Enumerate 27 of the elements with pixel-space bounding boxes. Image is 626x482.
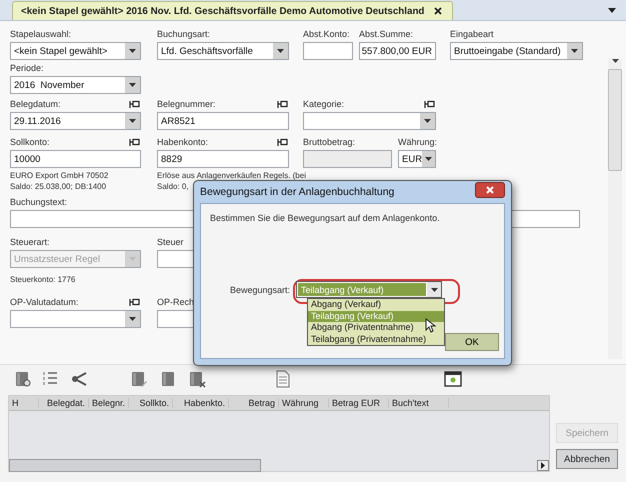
dialog-message: Bestimmen Sie die Bewegungsart auf dem Anlagenkonto. (210, 213, 441, 223)
field-label: Bruttobetrag: (303, 137, 356, 147)
account-balance: Saldo: 0, (157, 182, 189, 191)
field-label: Habenkonto: (157, 137, 208, 147)
tax-account-text: Steuerkonto: 1776 (10, 275, 76, 284)
field-label: Belegnummer: (157, 99, 216, 109)
field-label: OP-Valutadatum: (10, 297, 78, 307)
field-label: Buchungsart: (157, 29, 210, 39)
field-label: OP-Rech (157, 297, 194, 307)
field-label: Steuerart: (10, 237, 50, 247)
account-balance: Saldo: 25.038,00; DB:1400 (10, 182, 106, 191)
field-label: Abst.Summe: (359, 29, 414, 39)
field-label: Buchungstext: (10, 197, 68, 207)
field-label: Steuer (157, 237, 184, 247)
field-label: Abst.Konto: (303, 29, 350, 39)
account-name: Erlöse aus Anlagenverkäufen Regels. (bei (157, 171, 306, 180)
field-label: Währung: (398, 137, 438, 147)
dialog-title: Bewegungsart in der Anlagenbuchhaltung (200, 186, 394, 198)
field-label: Sollkonto: (10, 137, 50, 147)
field-label: Periode: (10, 63, 44, 73)
field-label: Belegdatum: (10, 99, 61, 109)
field-label: Eingabeart (450, 29, 494, 39)
field-label: Bewegungsart: (230, 284, 290, 294)
field-label: Stapelauswahl: (10, 29, 72, 39)
field-label: Kategorie: (303, 99, 344, 109)
tab-title: <kein Stapel gewählt> 2016 Nov. Lfd. Geschäftsvorfälle Demo Automotive Deutschland (21, 6, 424, 16)
account-name: EURO Export GmbH 70502 (10, 171, 108, 180)
